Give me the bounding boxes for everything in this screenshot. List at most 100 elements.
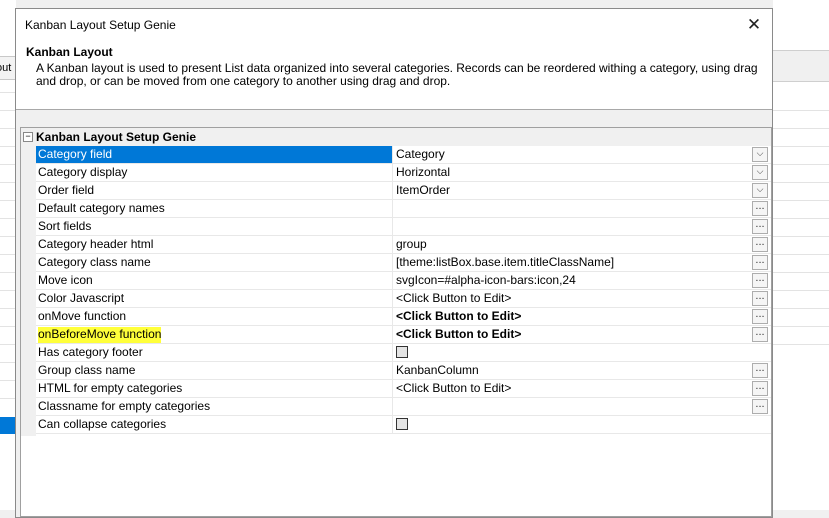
property-name-label: Category display [38, 165, 128, 179]
property-name-label: Sort fields [38, 219, 92, 233]
chevron-down-icon[interactable]: ⌵ [752, 147, 768, 162]
property-name-label: Classname for empty categories [38, 399, 211, 413]
property-name[interactable]: Color Javascript [36, 290, 393, 307]
property-row[interactable]: Group class name KanbanColumn... [36, 362, 771, 380]
background-row [773, 326, 829, 327]
background-row [0, 182, 16, 183]
property-row[interactable]: Category header html group... [36, 236, 771, 254]
property-value[interactable]: [theme:listBox.base.item.titleClassName] [394, 254, 748, 271]
property-row[interactable]: Can collapse categories [36, 416, 771, 434]
property-value[interactable]: group [394, 236, 748, 253]
background-row [0, 344, 16, 345]
property-name[interactable]: Classname for empty categories [36, 398, 393, 415]
property-checkbox[interactable] [396, 346, 408, 358]
background-row [0, 272, 16, 273]
grid-category-label: Kanban Layout Setup Genie [36, 130, 197, 144]
ellipsis-button[interactable]: ... [752, 273, 768, 288]
background-toolbar [773, 50, 829, 82]
property-name[interactable]: onBeforeMove function [36, 326, 393, 343]
dialog-header: Kanban Layout A Kanban layout is used to… [16, 41, 772, 110]
property-name-label: Color Javascript [38, 291, 125, 305]
background-row [773, 308, 829, 309]
property-value[interactable]: KanbanColumn [394, 362, 748, 379]
property-value[interactable]: Category [394, 146, 748, 163]
ellipsis-button[interactable]: ... [752, 327, 768, 342]
chevron-down-icon[interactable]: ⌵ [752, 183, 768, 198]
property-name[interactable]: Group class name [36, 362, 393, 379]
dialog-titlebar[interactable]: Kanban Layout Setup Genie ✕ [16, 9, 772, 41]
ellipsis-button[interactable]: ... [752, 399, 768, 414]
property-row[interactable]: onBeforeMove function <Click Button to Ed… [36, 326, 771, 344]
background-row [0, 164, 16, 165]
property-value[interactable]: <Click Button to Edit> [394, 308, 748, 325]
property-name[interactable]: Category field [36, 146, 393, 163]
property-name[interactable]: HTML for empty categories [36, 380, 393, 397]
ellipsis-button[interactable]: ... [752, 201, 768, 216]
property-name[interactable]: Category header html [36, 236, 393, 253]
ellipsis-button[interactable]: ... [752, 381, 768, 396]
property-value[interactable] [394, 200, 748, 217]
chevron-down-icon[interactable]: ⌵ [752, 165, 768, 180]
grid-category-row[interactable]: − Kanban Layout Setup Genie [21, 128, 771, 146]
property-value[interactable]: <Click Button to Edit> [394, 290, 748, 307]
background-row [773, 218, 829, 219]
background-row [0, 146, 16, 147]
property-name-label: Order field [38, 183, 95, 197]
property-value[interactable]: svgIcon=#alpha-icon-bars:icon,24 [394, 272, 748, 289]
property-value[interactable]: ItemOrder [394, 182, 748, 199]
property-name[interactable]: Default category names [36, 200, 393, 217]
background-row [773, 110, 829, 111]
property-name-label: Category class name [38, 255, 151, 269]
property-row[interactable]: Category class name [theme:listBox.base.i… [36, 254, 771, 272]
background-row [773, 236, 829, 237]
property-name[interactable]: onMove function [36, 308, 393, 325]
background-row [773, 200, 829, 201]
property-row[interactable]: Move icon svgIcon=#alpha-icon-bars:icon,2… [36, 272, 771, 290]
property-value[interactable]: <Click Button to Edit> [394, 326, 748, 343]
ellipsis-button[interactable]: ... [752, 363, 768, 378]
property-row[interactable]: HTML for empty categories <Click Button t… [36, 380, 771, 398]
property-name[interactable]: Has category footer [36, 344, 393, 361]
background-row [0, 326, 16, 327]
property-row[interactable]: Category field Category ⌵ [36, 146, 771, 164]
property-name-label: Group class name [38, 363, 136, 377]
background-row [773, 164, 829, 165]
property-grid: − Kanban Layout Setup Genie Category fie… [20, 127, 772, 517]
property-name-label: onBeforeMove function [38, 327, 162, 341]
background-row [0, 308, 16, 309]
ellipsis-button[interactable]: ... [752, 291, 768, 306]
ellipsis-button[interactable]: ... [752, 219, 768, 234]
background-row [773, 128, 829, 129]
ellipsis-button[interactable]: ... [752, 255, 768, 270]
property-row[interactable]: onMove function <Click Button to Edit>... [36, 308, 771, 326]
property-row[interactable]: Category display Horizontal ⌵ [36, 164, 771, 182]
property-checkbox[interactable] [396, 418, 408, 430]
background-selected-row [0, 417, 16, 434]
background-row [0, 290, 16, 291]
ellipsis-button[interactable]: ... [752, 309, 768, 324]
property-value[interactable]: Horizontal [394, 164, 748, 181]
property-row[interactable]: Has category footer [36, 344, 771, 362]
background-row [773, 344, 829, 345]
property-name[interactable]: Move icon [36, 272, 393, 289]
property-value[interactable] [394, 218, 748, 235]
property-row[interactable]: Order field ItemOrder ⌵ [36, 182, 771, 200]
property-name[interactable]: Order field [36, 182, 393, 199]
property-row[interactable]: Color Javascript <Click Button to Edit>..… [36, 290, 771, 308]
background-row [773, 146, 829, 147]
collapse-icon[interactable]: − [23, 132, 33, 142]
close-icon[interactable]: ✕ [742, 13, 766, 37]
property-name[interactable]: Sort fields [36, 218, 393, 235]
property-name[interactable]: Category display [36, 164, 393, 181]
property-row[interactable]: Default category names... [36, 200, 771, 218]
property-value[interactable] [394, 398, 748, 415]
property-row[interactable]: Classname for empty categories... [36, 398, 771, 416]
kanban-setup-dialog: Kanban Layout Setup Genie ✕ Kanban Layou… [15, 8, 773, 518]
property-name[interactable]: Can collapse categories [36, 416, 393, 433]
property-name[interactable]: Category class name [36, 254, 393, 271]
property-row[interactable]: Sort fields... [36, 218, 771, 236]
ellipsis-button[interactable]: ... [752, 237, 768, 252]
property-name-label: Has category footer [38, 345, 143, 359]
property-value[interactable]: <Click Button to Edit> [394, 380, 748, 397]
background-row [773, 272, 829, 273]
